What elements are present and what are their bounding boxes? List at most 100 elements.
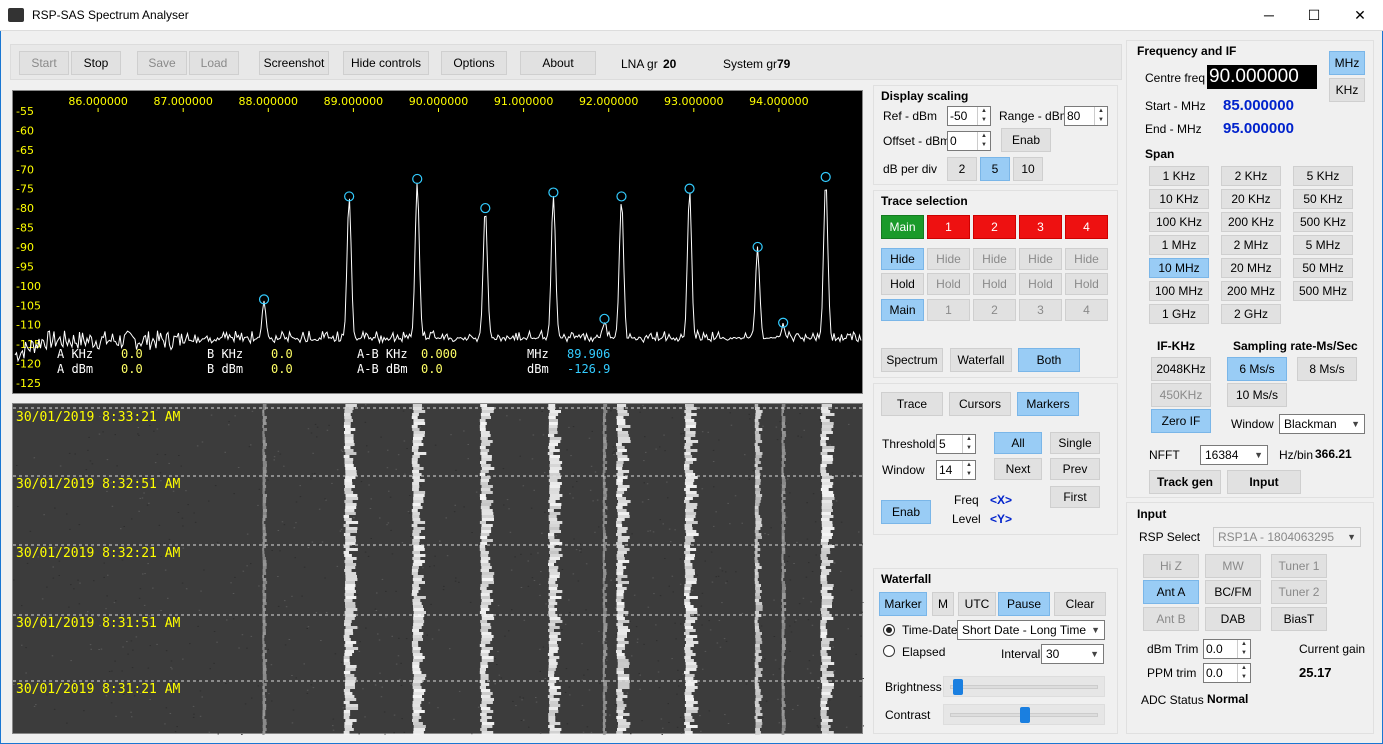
hold-1-button[interactable]: Hold (927, 273, 970, 295)
centre-freq-input[interactable]: 90.000000 (1207, 65, 1317, 89)
span-button[interactable]: 2 GHz (1221, 304, 1281, 324)
next-button[interactable]: Next (994, 458, 1042, 480)
if-450-button[interactable]: 450KHz (1151, 383, 1211, 407)
trace-3-button[interactable]: 3 (1019, 215, 1062, 239)
hide-4-button[interactable]: Hide (1065, 248, 1108, 270)
span-button[interactable]: 5 KHz (1293, 166, 1353, 186)
ref-dbm-spinner[interactable]: -50 ▲ ▼ (947, 106, 991, 126)
span-button[interactable]: 10 KHz (1149, 189, 1209, 209)
span-button[interactable]: 200 MHz (1221, 281, 1281, 301)
track-gen-button[interactable]: Track gen (1149, 470, 1221, 494)
fft-window-select[interactable]: Blackman ▼ (1279, 414, 1365, 434)
trace-1-button[interactable]: 1 (927, 215, 970, 239)
trace-tab-button[interactable]: Trace (881, 392, 943, 416)
source-main-button[interactable]: Main (881, 299, 924, 321)
spinner-arrows-icon[interactable]: ▲ ▼ (1094, 107, 1107, 125)
spinner-arrows-icon[interactable]: ▲ ▼ (977, 107, 990, 125)
view-spectrum-button[interactable]: Spectrum (881, 348, 943, 372)
ppm-trim-spinner[interactable]: 0.0 ▲ ▼ (1203, 663, 1251, 683)
hide-2-button[interactable]: Hide (973, 248, 1016, 270)
wf-clear-button[interactable]: Clear (1054, 592, 1106, 616)
source-4-button[interactable]: 4 (1065, 299, 1108, 321)
start-button[interactable]: Start (19, 51, 69, 75)
mhz-unit-button[interactable]: MHz (1329, 51, 1365, 75)
brightness-slider[interactable] (943, 676, 1105, 697)
bc-fm-button[interactable]: BC/FM (1205, 580, 1261, 604)
span-button[interactable]: 10 MHz (1149, 258, 1209, 278)
spinner-arrows-icon[interactable]: ▲ ▼ (1237, 640, 1250, 658)
span-button[interactable]: 50 MHz (1293, 258, 1353, 278)
window-spinner[interactable]: 14 ▲ ▼ (936, 460, 976, 480)
hide-main-button[interactable]: Hide (881, 248, 924, 270)
ant-a-button[interactable]: Ant A (1143, 580, 1199, 604)
minimize-button[interactable]: ─ (1246, 0, 1292, 31)
view-both-button[interactable]: Both (1018, 348, 1080, 372)
threshold-spinner[interactable]: 5 ▲ ▼ (936, 434, 976, 454)
markers-tab-button[interactable]: Markers (1017, 392, 1079, 416)
span-button[interactable]: 2 MHz (1221, 235, 1281, 255)
date-format-select[interactable]: Short Date - Long Time ▼ (957, 620, 1105, 640)
span-button[interactable]: 1 MHz (1149, 235, 1209, 255)
db-per-div-10-button[interactable]: 10 (1013, 157, 1043, 181)
first-button[interactable]: First (1050, 486, 1100, 508)
wf-pause-button[interactable]: Pause (998, 592, 1050, 616)
trace-2-button[interactable]: 2 (973, 215, 1016, 239)
wf-marker-button[interactable]: Marker (879, 592, 927, 616)
bias-t-button[interactable]: BiasT (1271, 607, 1327, 631)
sr-8-button[interactable]: 8 Ms/s (1297, 357, 1357, 381)
hold-main-button[interactable]: Hold (881, 273, 924, 295)
mw-button[interactable]: MW (1205, 554, 1261, 578)
hold-4-button[interactable]: Hold (1065, 273, 1108, 295)
trace-main-button[interactable]: Main (881, 215, 924, 239)
prev-button[interactable]: Prev (1050, 458, 1100, 480)
db-per-div-2-button[interactable]: 2 (947, 157, 977, 181)
markers-enab-button[interactable]: Enab (881, 500, 931, 524)
hide-3-button[interactable]: Hide (1019, 248, 1062, 270)
span-button[interactable]: 100 KHz (1149, 212, 1209, 232)
hide-controls-button[interactable]: Hide controls (343, 51, 429, 75)
span-button[interactable]: 20 KHz (1221, 189, 1281, 209)
contrast-slider[interactable] (943, 704, 1105, 725)
spinner-arrows-icon[interactable]: ▲ ▼ (1237, 664, 1250, 682)
close-button[interactable]: ✕ (1337, 0, 1383, 31)
peak-marker[interactable] (480, 202, 491, 214)
peak-marker[interactable] (684, 183, 695, 194)
range-dbm-spinner[interactable]: 80 ▲ ▼ (1064, 106, 1108, 126)
brightness-thumb[interactable] (952, 679, 963, 695)
hi-z-button[interactable]: Hi Z (1143, 554, 1199, 578)
spinner-arrows-icon[interactable]: ▲ ▼ (962, 435, 975, 453)
span-button[interactable]: 1 KHz (1149, 166, 1209, 186)
dbm-trim-spinner[interactable]: 0.0 ▲ ▼ (1203, 639, 1251, 659)
zero-if-button[interactable]: Zero IF (1151, 409, 1211, 433)
maximize-button[interactable]: ☐ (1291, 0, 1337, 31)
sr-10-button[interactable]: 10 Ms/s (1227, 383, 1287, 407)
load-button[interactable]: Load (189, 51, 239, 75)
hold-3-button[interactable]: Hold (1019, 273, 1062, 295)
rsp-select[interactable]: RSP1A - 1804063295 ▼ (1213, 527, 1361, 547)
span-button[interactable]: 100 MHz (1149, 281, 1209, 301)
save-button[interactable]: Save (137, 51, 187, 75)
wf-m-button[interactable]: M (932, 592, 954, 616)
peak-marker[interactable] (548, 187, 559, 198)
sr-6-button[interactable]: 6 Ms/s (1227, 357, 1287, 381)
nfft-select[interactable]: 16384 ▼ (1200, 445, 1268, 465)
options-button[interactable]: Options (441, 51, 507, 75)
interval-select[interactable]: 30 ▼ (1041, 644, 1104, 664)
span-button[interactable]: 2 KHz (1221, 166, 1281, 186)
input-button[interactable]: Input (1227, 470, 1301, 494)
spinner-arrows-icon[interactable]: ▲ ▼ (977, 132, 990, 150)
source-2-button[interactable]: 2 (973, 299, 1016, 321)
single-button[interactable]: Single (1050, 432, 1100, 454)
span-button[interactable]: 50 KHz (1293, 189, 1353, 209)
span-button[interactable]: 5 MHz (1293, 235, 1353, 255)
offset-enab-button[interactable]: Enab (1001, 128, 1051, 152)
screenshot-button[interactable]: Screenshot (259, 51, 329, 75)
dab-button[interactable]: DAB (1205, 607, 1261, 631)
peak-marker[interactable] (616, 191, 627, 202)
offset-dbm-spinner[interactable]: 0 ▲ ▼ (947, 131, 991, 151)
contrast-thumb[interactable] (1020, 707, 1030, 723)
ant-b-button[interactable]: Ant B (1143, 607, 1199, 631)
span-button[interactable]: 200 KHz (1221, 212, 1281, 232)
waterfall-display[interactable]: 30/01/2019 8:33:21 AM 30/01/2019 8:32:51… (12, 403, 864, 735)
span-button[interactable]: 500 KHz (1293, 212, 1353, 232)
